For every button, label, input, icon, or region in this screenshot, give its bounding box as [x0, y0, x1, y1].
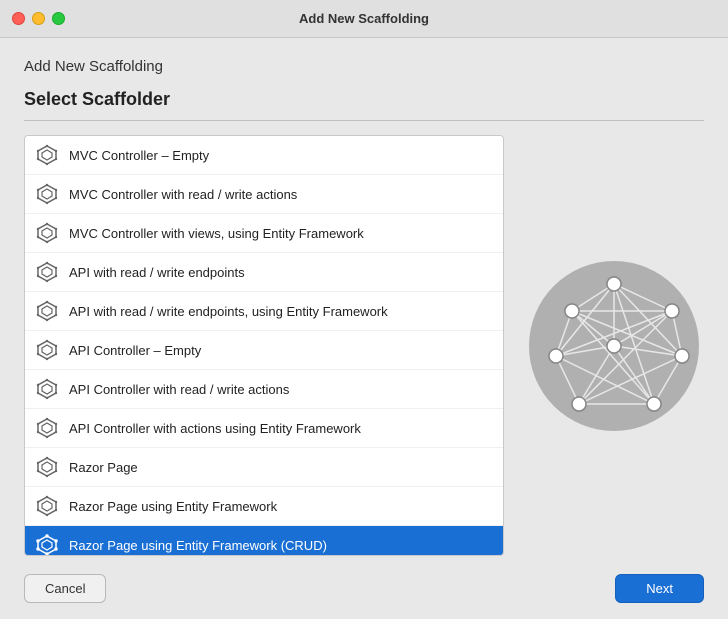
traffic-lights	[12, 12, 65, 25]
scaffolder-icon	[35, 221, 59, 245]
scaffolder-label: Razor Page	[69, 460, 138, 475]
footer: Cancel Next	[24, 560, 704, 603]
scaffolder-icon	[35, 260, 59, 284]
scaffolder-list[interactable]: MVC Controller – Empty MVC Controller wi…	[24, 135, 504, 556]
scaffolder-label: MVC Controller with views, using Entity …	[69, 226, 364, 241]
scaffolder-icon	[35, 338, 59, 362]
scaffolder-label: API with read / write endpoints, using E…	[69, 304, 388, 319]
list-item[interactable]: MVC Controller with read / write actions	[25, 175, 503, 214]
list-item[interactable]: API with read / write endpoints	[25, 253, 503, 292]
section-title: Select Scaffolder	[24, 89, 704, 110]
scaffolder-label: API Controller – Empty	[69, 343, 201, 358]
preview-graphic	[524, 256, 704, 436]
scaffolder-label: MVC Controller – Empty	[69, 148, 209, 163]
scaffolder-icon	[35, 299, 59, 323]
list-item[interactable]: Razor Page using Entity Framework (CRUD)	[25, 526, 503, 556]
window-title: Add New Scaffolding	[299, 11, 429, 26]
scaffolder-icon	[35, 494, 59, 518]
next-button[interactable]: Next	[615, 574, 704, 603]
scaffolder-icon	[35, 377, 59, 401]
scaffolder-icon	[35, 182, 59, 206]
scaffolder-label: Razor Page using Entity Framework (CRUD)	[69, 538, 327, 553]
list-item[interactable]: MVC Controller – Empty	[25, 136, 503, 175]
list-item[interactable]: Razor Page	[25, 448, 503, 487]
list-item[interactable]: API with read / write endpoints, using E…	[25, 292, 503, 331]
scaffolder-label: MVC Controller with read / write actions	[69, 187, 297, 202]
scaffolder-label: API Controller with read / write actions	[69, 382, 289, 397]
title-bar: Add New Scaffolding	[0, 0, 728, 38]
close-button[interactable]	[12, 12, 25, 25]
divider	[24, 120, 704, 121]
cancel-button[interactable]: Cancel	[24, 574, 106, 603]
preview-area	[524, 135, 704, 556]
list-item[interactable]: Razor Page using Entity Framework	[25, 487, 503, 526]
scaffolder-icon	[35, 416, 59, 440]
scaffolder-label: Razor Page using Entity Framework	[69, 499, 277, 514]
dialog-body: Add New Scaffolding Select Scaffolder MV…	[0, 38, 728, 619]
scaffolder-icon	[35, 533, 59, 556]
maximize-button[interactable]	[52, 12, 65, 25]
list-item[interactable]: MVC Controller with views, using Entity …	[25, 214, 503, 253]
scaffolder-icon	[35, 455, 59, 479]
scaffolder-label: API Controller with actions using Entity…	[69, 421, 361, 436]
scaffolder-icon	[35, 143, 59, 167]
list-item[interactable]: API Controller with actions using Entity…	[25, 409, 503, 448]
list-item[interactable]: API Controller with read / write actions	[25, 370, 503, 409]
scaffolder-label: API with read / write endpoints	[69, 265, 245, 280]
list-item[interactable]: API Controller – Empty	[25, 331, 503, 370]
content-area: MVC Controller – Empty MVC Controller wi…	[24, 135, 704, 556]
minimize-button[interactable]	[32, 12, 45, 25]
dialog-heading: Add New Scaffolding	[24, 58, 704, 75]
